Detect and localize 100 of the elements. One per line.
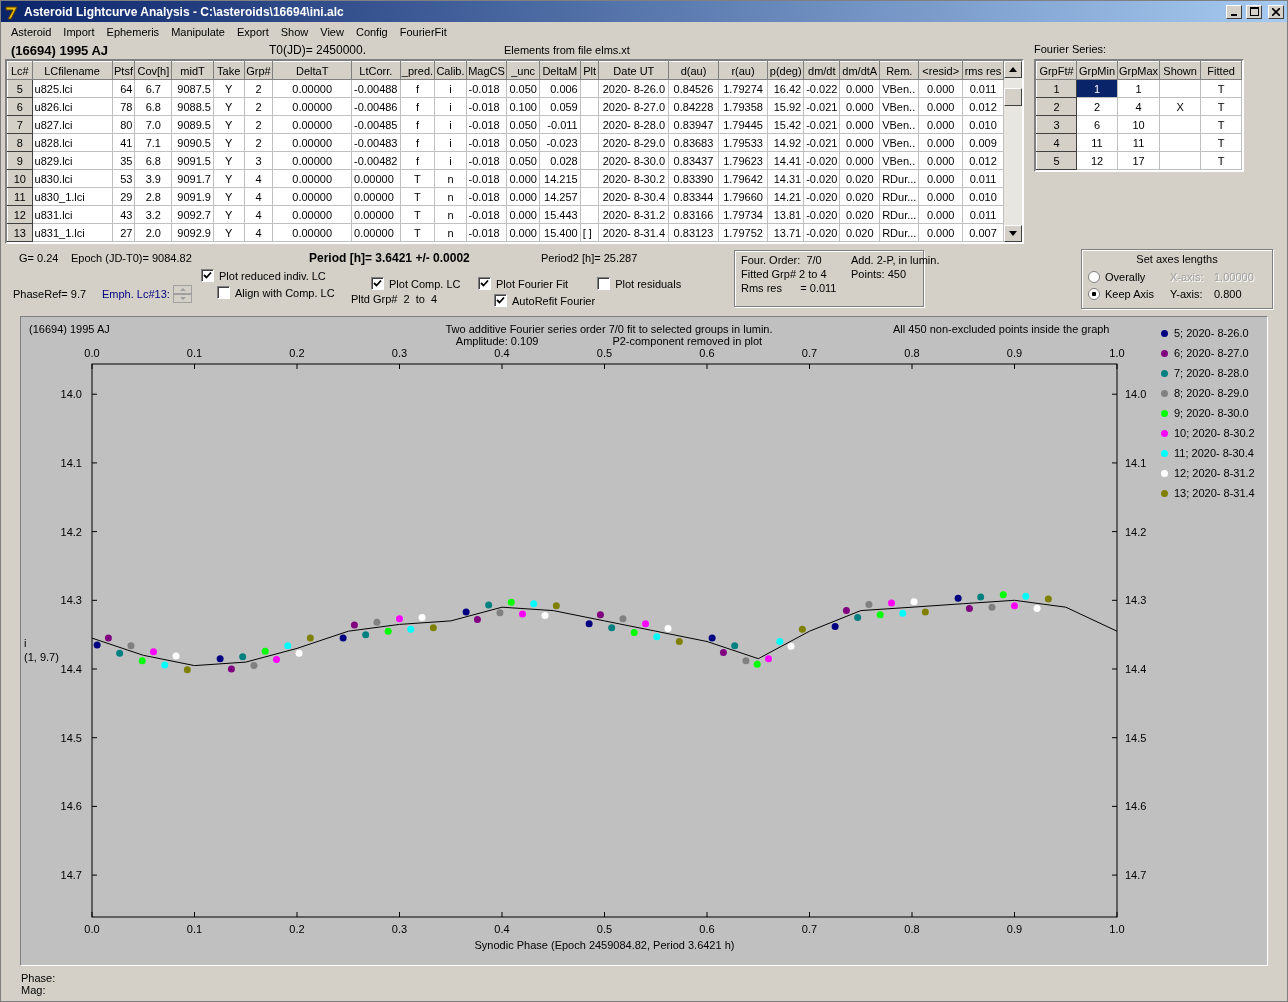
checkbox[interactable]: Align with Comp. LC bbox=[217, 285, 351, 300]
column-header[interactable]: dm/dt bbox=[803, 61, 840, 80]
column-header[interactable]: Rem. bbox=[879, 61, 919, 80]
tick-label: 14.0 bbox=[60, 388, 82, 401]
data-point bbox=[731, 642, 739, 650]
tick-label: 1.0 bbox=[1109, 923, 1125, 935]
tick-label: 0.1 bbox=[186, 347, 203, 359]
data-point bbox=[473, 616, 481, 624]
data-point bbox=[350, 621, 358, 629]
column-header[interactable]: Ptsf bbox=[112, 61, 135, 80]
column-header[interactable]: <resid> bbox=[918, 61, 963, 80]
column-header[interactable]: midT bbox=[171, 61, 214, 80]
plot-annotation: i bbox=[24, 637, 27, 649]
column-header[interactable]: Calib. bbox=[434, 61, 467, 80]
menu-item[interactable]: FourierFit bbox=[393, 25, 453, 38]
column-header[interactable]: Date UT bbox=[598, 61, 669, 80]
data-point bbox=[116, 649, 124, 657]
tick-label: 0.3 bbox=[391, 347, 408, 359]
column-header[interactable]: GrpMax bbox=[1117, 61, 1160, 80]
x-axis-label: Synodic Phase (Epoch 2459084.82, Period 3.6421 h) bbox=[474, 939, 735, 951]
radio-button[interactable] bbox=[1088, 287, 1100, 300]
chart-title: Two additive Fourier series order 7/0 fit to selected groups in lumin. bbox=[445, 323, 773, 335]
column-header[interactable]: DeltaT bbox=[272, 61, 352, 80]
data-point bbox=[642, 620, 649, 628]
data-point bbox=[999, 591, 1007, 599]
column-header[interactable]: d(au) bbox=[668, 61, 719, 80]
menu-item[interactable]: View bbox=[314, 25, 350, 38]
data-point bbox=[284, 642, 292, 650]
column-header[interactable]: r(au) bbox=[718, 61, 768, 80]
data-point bbox=[138, 657, 146, 665]
scroll-down-icon[interactable] bbox=[1004, 225, 1022, 242]
chart-subtitle: P2-component removed in plot bbox=[612, 335, 763, 347]
column-header[interactable]: rms res bbox=[962, 61, 1004, 80]
scroll-thumb[interactable] bbox=[1004, 87, 1022, 106]
tick-label: 1.0 bbox=[1109, 347, 1125, 359]
tick-label: 14.2 bbox=[1125, 525, 1147, 538]
data-point bbox=[104, 634, 112, 642]
column-header[interactable]: MagCS bbox=[466, 61, 507, 80]
menu-item[interactable]: Export bbox=[230, 25, 275, 38]
legend-label: 10; 2020- 8-30.2 bbox=[1174, 427, 1255, 439]
data-point bbox=[362, 631, 370, 639]
column-header[interactable]: Take bbox=[213, 61, 244, 80]
maximize-button[interactable] bbox=[1246, 4, 1262, 19]
checkbox[interactable]: Plot residuals bbox=[597, 276, 682, 291]
data-point bbox=[373, 618, 381, 626]
status-label: Mag: bbox=[21, 984, 47, 996]
close-button[interactable] bbox=[1268, 4, 1284, 19]
menu-item[interactable]: Import bbox=[57, 25, 101, 38]
column-header[interactable]: _pred. bbox=[400, 61, 435, 80]
menu-item[interactable]: Config bbox=[349, 25, 394, 38]
checkbox[interactable]: Plot reduced indiv. LC bbox=[201, 268, 351, 283]
data-point bbox=[988, 603, 996, 611]
data-point bbox=[1011, 602, 1018, 610]
tick-label: 0.2 bbox=[289, 347, 305, 359]
scroll-up-icon[interactable] bbox=[1004, 61, 1022, 78]
fit-summary-text: Fitted Grp# 2 to 4 bbox=[741, 268, 828, 280]
column-header[interactable]: LCfilename bbox=[32, 61, 113, 80]
minimize-button[interactable] bbox=[1226, 4, 1242, 19]
column-header[interactable]: GrpFt# bbox=[1036, 61, 1077, 80]
checkbox[interactable]: Plot Comp. LC bbox=[371, 276, 478, 291]
data-point bbox=[742, 657, 750, 665]
column-header[interactable]: Lc# bbox=[7, 61, 33, 80]
fit-summary-text: Rms res = 0.011 bbox=[741, 282, 838, 294]
data-point bbox=[708, 634, 716, 642]
column-header[interactable]: p(deg) bbox=[767, 61, 804, 80]
tick-label: 0.5 bbox=[596, 923, 613, 935]
checkbox[interactable]: AutoRefit Fourier bbox=[494, 293, 698, 308]
minimize-icon bbox=[1231, 13, 1237, 16]
axis-value: 0.800 bbox=[1214, 287, 1243, 300]
tick-label: 0.0 bbox=[84, 923, 100, 935]
data-point bbox=[1044, 595, 1052, 603]
radio-label[interactable]: Keep Axis bbox=[1105, 287, 1154, 300]
data-point bbox=[596, 611, 604, 619]
epoch-t0: T0(JD)= 2450000. bbox=[269, 43, 368, 57]
status-label: Phase: bbox=[21, 972, 57, 984]
tick-label: 0.7 bbox=[801, 923, 818, 935]
tick-label: 14.7 bbox=[1125, 869, 1147, 882]
legend-label: 8; 2020- 8-29.0 bbox=[1174, 387, 1249, 399]
column-header[interactable]: Shown bbox=[1159, 61, 1201, 80]
data-point bbox=[261, 647, 269, 655]
column-header[interactable]: dm/dtA bbox=[839, 61, 880, 80]
data-point bbox=[530, 600, 538, 608]
period2-value: Period2 [h]= 25.287 bbox=[541, 252, 638, 264]
legend-label: 11; 2020- 8-30.4 bbox=[1174, 447, 1254, 459]
data-point bbox=[876, 611, 884, 619]
column-header[interactable]: Fitted bbox=[1200, 61, 1242, 80]
menu-item[interactable]: Manipulate bbox=[165, 25, 231, 38]
data-point bbox=[842, 607, 850, 615]
menu-item[interactable]: Asteroid bbox=[5, 25, 58, 38]
checkbox[interactable]: Plot Fourier Fit bbox=[478, 276, 569, 291]
column-header[interactable]: _unc bbox=[506, 61, 540, 80]
fit-summary-text: Four. Order: 7/0 bbox=[741, 254, 823, 266]
column-header[interactable]: LtCorr. bbox=[351, 61, 400, 80]
scrollbar[interactable] bbox=[1004, 61, 1022, 242]
menu-item[interactable]: Show bbox=[274, 25, 315, 38]
menu-item[interactable]: Ephemeris bbox=[100, 25, 166, 38]
column-header[interactable]: Cov[h] bbox=[134, 61, 172, 80]
column-header[interactable]: GrpMin bbox=[1076, 61, 1118, 80]
column-header[interactable]: Grp# bbox=[244, 61, 273, 80]
column-header[interactable]: DeltaM bbox=[539, 61, 581, 80]
